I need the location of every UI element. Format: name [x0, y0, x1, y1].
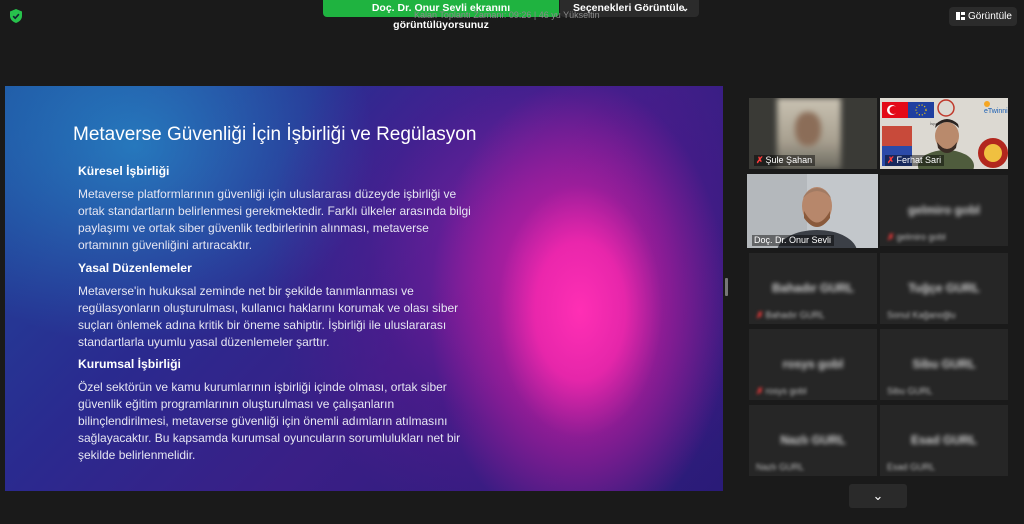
- participant-tile[interactable]: Esad GURL Esad GURL: [880, 405, 1008, 476]
- meeting-time-remaining: Kalan Toplantı Zamanı: 09:26 | 46 yu Yük…: [414, 10, 600, 20]
- participant-tile[interactable]: İspanır Köyü eTwinning ✗Ferhat Sari: [880, 98, 1008, 169]
- muted-mic-icon: ✗: [756, 310, 764, 320]
- gallery-scroll-down-button[interactable]: ⌄: [849, 484, 907, 508]
- section-body-corporate-cooperation: Özel sektörün ve kamu kurumlarının işbir…: [78, 380, 461, 462]
- participant-name: ✗ Ferhat Sari: [885, 155, 945, 166]
- participant-tile[interactable]: Sibu GURL Sibu GURL: [880, 329, 1008, 400]
- muted-mic-icon: ✗: [887, 155, 895, 165]
- participant-tile[interactable]: Nazlı GURL Nazlı GURL: [749, 405, 877, 476]
- muted-mic-icon: ✗: [756, 386, 764, 396]
- chevron-down-icon: ⌄: [681, 3, 689, 13]
- participant-display-name: rosys gobl: [782, 357, 844, 371]
- top-bar: Doç. Dr. Onur Sevli ekranını görüntülüyo…: [0, 0, 1024, 32]
- participant-name: ✗ gelmiro gobl: [887, 232, 946, 242]
- section-heading-global-cooperation: Küresel İşbirliği: [78, 164, 170, 178]
- participant-name: Esad GURL: [887, 462, 936, 472]
- section-body-legal-regulations: Metaverse'in hukuksal zeminde net bir şe…: [78, 284, 459, 349]
- participant-display-name: Esad GURL: [910, 433, 977, 447]
- participant-display-name: gelmiro gobl: [908, 203, 980, 217]
- participant-name: Doç. Dr. Onur Sevli: [752, 235, 835, 246]
- chevron-down-icon: ⌄: [872, 488, 884, 503]
- section-body-global-cooperation: Metaverse platformlarının güvenliği için…: [78, 187, 471, 252]
- participant-tile[interactable]: Tuğçe GURL Sonul Kağanoğlu: [880, 253, 1008, 324]
- section-heading-corporate-cooperation: Kurumsal İşbirliği: [78, 357, 181, 371]
- participant-name: Sibu GURL: [887, 386, 933, 396]
- participant-name: ✗ Bahadır GURL: [756, 310, 825, 320]
- shield-icon[interactable]: [10, 9, 22, 23]
- participant-display-name: Sibu GURL: [912, 357, 976, 371]
- participant-name: Nazlı GURL: [756, 462, 805, 472]
- section-heading-legal-regulations: Yasal Düzenlemeler: [78, 261, 192, 275]
- svg-text:eTwinning: eTwinning: [984, 108, 1008, 115]
- view-button-label: Görüntüle: [968, 11, 1012, 22]
- muted-mic-icon: ✗: [887, 232, 895, 242]
- participant-display-name: Tuğçe GURL: [908, 281, 980, 295]
- participant-name: ✗ rosys gobl: [756, 386, 807, 396]
- resize-handle[interactable]: [725, 278, 728, 296]
- participant-tile[interactable]: rosys gobl ✗ rosys gobl: [749, 329, 877, 400]
- participant-display-name: Nazlı GURL: [780, 433, 846, 447]
- shared-screen-slide: Metaverse Güvenliği İçin İşbirliği ve Re…: [5, 86, 723, 491]
- participant-tile[interactable]: gelmiro gobl ✗ gelmiro gobl: [880, 175, 1008, 246]
- grid-view-icon: [956, 12, 965, 20]
- participant-name: Sonul Kağanoğlu: [887, 310, 956, 320]
- participant-tile[interactable]: ✗ Şule Şahan: [749, 98, 877, 169]
- participant-name: ✗ Şule Şahan: [754, 155, 816, 166]
- participant-tile[interactable]: Bahadır GURL ✗ Bahadır GURL: [749, 253, 877, 324]
- view-button[interactable]: Görüntüle: [949, 7, 1017, 26]
- participant-display-name: Bahadır GURL: [771, 281, 854, 295]
- participant-tile-active-speaker[interactable]: Doç. Dr. Onur Sevli: [747, 174, 878, 248]
- muted-mic-icon: ✗: [756, 155, 764, 165]
- slide-title: Metaverse Güvenliği İçin İşbirliği ve Re…: [73, 124, 477, 145]
